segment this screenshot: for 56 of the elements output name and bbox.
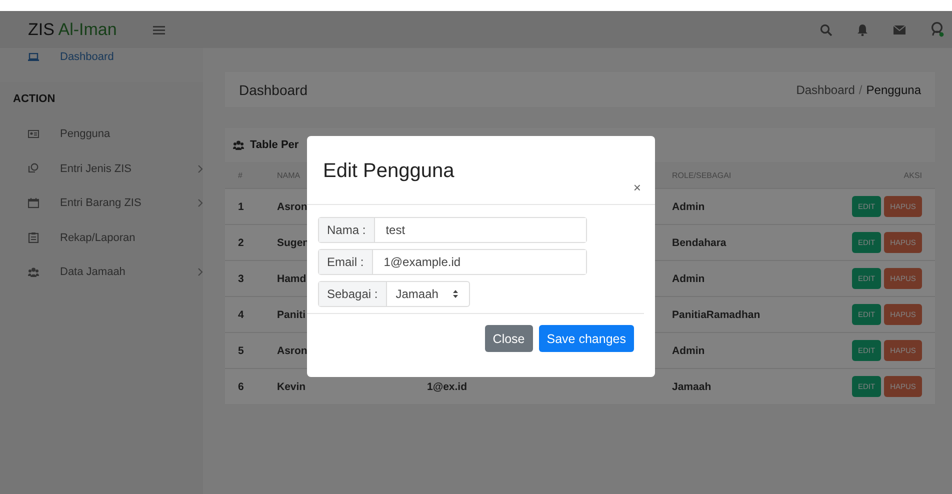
table-cell: Kevin [277,380,306,392]
page-title: Dashboard [239,82,308,98]
table-title: Table Per [250,139,299,151]
close-button[interactable]: × [630,179,644,195]
user-icon[interactable] [931,22,944,37]
breadcrumb-current: Pengguna [866,82,921,96]
close-button[interactable]: Close [484,325,533,352]
table-cell: Hamd [277,272,306,284]
menu-icon[interactable] [152,24,165,34]
search-icon[interactable] [820,24,832,36]
field-label: Email : [319,250,373,274]
table-cell: 6 [238,380,244,392]
table-cell: Asron [277,344,308,356]
input-field[interactable]: Email : 1@example.id [318,249,587,275]
sort-arrows-icon [453,290,458,298]
table-cell: 3 [238,272,244,284]
save-button[interactable]: Save changes [538,325,634,352]
role-dropdown[interactable]: Jamaah [386,282,469,306]
section-heading: ACTION [12,92,56,107]
input-field[interactable]: Nama : test [318,217,587,243]
table-cell: 1 [238,200,244,212]
calendar-icon [28,198,39,209]
field-label: Sebagai : [319,282,387,306]
modal-title: Edit Pengguna [323,160,454,184]
table-cell: Paniti [277,308,306,320]
sidebar-item[interactable]: Entri Barang ZIS [0,186,203,220]
table-cell: Admin [672,272,705,284]
sidebar-item[interactable]: Pengguna [0,117,203,152]
laptop-icon [28,53,39,61]
column-header: # [238,170,242,180]
table-cell: Asron [277,200,308,212]
id-card-icon [28,128,39,140]
table-cell: Admin [672,344,705,356]
table-cell: 5 [238,344,244,356]
table-cell: Bendahara [672,236,726,248]
chevron-icon [198,164,203,173]
breadcrumb-link[interactable]: Dashboard [796,82,855,96]
chevron-icon [198,268,203,276]
sidebar-item[interactable]: Data Jamaah [0,255,203,290]
clipboard-icon [28,232,39,244]
table-cell: Admin [672,200,705,212]
table-cell: 1@ex.id [427,380,468,392]
table-cell: Jamaah [672,380,712,392]
chevron-icon [198,199,203,208]
sidebar-item[interactable]: Rekap/Laporan [0,220,203,255]
breadcrumb-separator: / [858,82,862,96]
users-icon [28,266,39,278]
table-cell: 4 [238,308,244,320]
brand-logo[interactable]: ZIS Al-Iman [28,20,117,40]
table-cell: PanitiaRamadhan [672,308,760,320]
table-cell: 2 [238,236,244,248]
sidebar-item[interactable]: Entri Jenis ZIS [0,152,203,186]
users-icon [233,140,246,150]
bell-icon[interactable] [857,24,868,36]
field-label: Nama : [319,218,375,242]
envelope-icon[interactable] [893,24,906,34]
